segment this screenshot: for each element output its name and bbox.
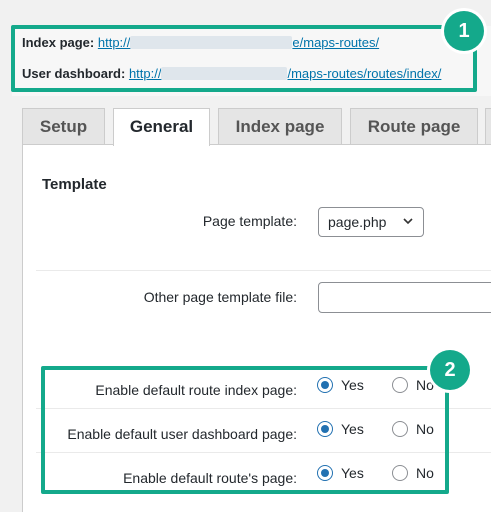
callout-box-2 — [41, 366, 449, 494]
tab-general[interactable]: General — [113, 108, 210, 146]
tab-route-page[interactable]: Route page — [350, 108, 478, 144]
section-title-template: Template — [42, 176, 107, 193]
tab-setup[interactable]: Setup — [22, 108, 105, 144]
divider — [36, 270, 491, 271]
page-template-value: page.php — [328, 214, 387, 230]
tab-more[interactable] — [485, 108, 491, 144]
callout-badge-2: 2 — [430, 350, 470, 390]
other-template-input[interactable] — [318, 282, 491, 313]
callout-badge-1: 1 — [444, 11, 484, 51]
callout-box-1 — [11, 25, 477, 92]
chevron-down-icon — [402, 208, 414, 246]
page-template-select[interactable]: page.php — [318, 207, 424, 237]
tab-index-page[interactable]: Index page — [218, 108, 342, 144]
other-template-label: Other page template file: — [143, 289, 297, 305]
page-template-label: Page template: — [202, 213, 297, 229]
